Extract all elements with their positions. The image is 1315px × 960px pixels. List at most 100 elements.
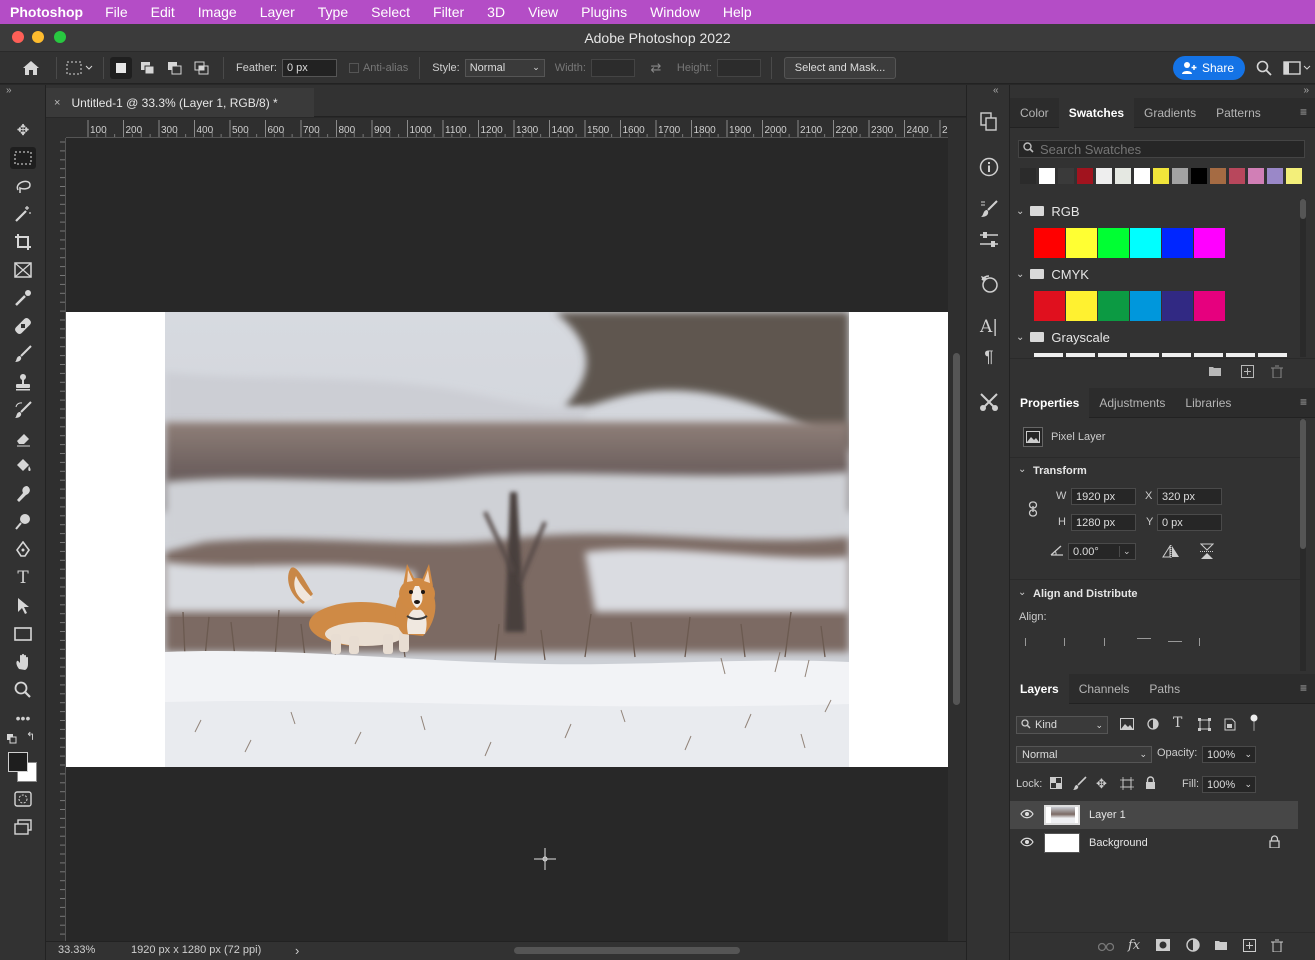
tab-libraries[interactable]: Libraries bbox=[1175, 388, 1241, 418]
align-vertical-centers-icon[interactable] bbox=[1168, 638, 1182, 646]
swatch-group-cmyk[interactable]: ⌄ CMYK bbox=[1016, 263, 1296, 285]
align-horizontal-centers-icon[interactable] bbox=[1059, 638, 1071, 646]
dodge-tool-icon[interactable] bbox=[10, 511, 36, 533]
character-panel-icon[interactable]: A| bbox=[977, 315, 1001, 339]
color-swatch[interactable] bbox=[1194, 291, 1225, 321]
link-layers-icon[interactable] bbox=[1097, 940, 1115, 955]
zoom-tool-icon[interactable] bbox=[10, 679, 36, 701]
trash-icon[interactable] bbox=[1271, 365, 1283, 381]
blend-mode-select[interactable]: Normal ⌄ bbox=[1016, 746, 1152, 763]
color-sampler-icon[interactable] bbox=[977, 272, 1001, 296]
menu-plugins[interactable]: Plugins bbox=[581, 4, 627, 20]
swatches-scrollbar[interactable] bbox=[1300, 199, 1306, 357]
canvas-area[interactable] bbox=[66, 138, 948, 941]
tab-properties[interactable]: Properties bbox=[1010, 387, 1090, 418]
menu-select[interactable]: Select bbox=[371, 4, 410, 20]
tab-layers[interactable]: Layers bbox=[1010, 673, 1069, 704]
new-adjustment-layer-icon[interactable] bbox=[1186, 938, 1200, 955]
recent-swatch[interactable] bbox=[1134, 168, 1150, 184]
lock-artboard-icon[interactable] bbox=[1120, 777, 1134, 793]
lock-all-icon[interactable] bbox=[1145, 776, 1156, 792]
transform-section-title[interactable]: Transform bbox=[1033, 465, 1087, 477]
swap-colors-icon[interactable]: ↰ bbox=[26, 730, 35, 743]
panel-menu-icon[interactable]: ≡ bbox=[1300, 105, 1307, 119]
flip-horizontal-icon[interactable] bbox=[1162, 544, 1180, 561]
color-swatch[interactable] bbox=[1162, 291, 1193, 321]
height-input[interactable] bbox=[716, 58, 761, 77]
add-mask-icon[interactable] bbox=[1156, 939, 1170, 954]
recent-swatch[interactable] bbox=[1153, 168, 1169, 184]
transform-height-input[interactable] bbox=[1071, 514, 1136, 531]
chevron-down-icon[interactable]: ⌄ bbox=[1018, 587, 1026, 598]
align-bottom-edges-icon[interactable] bbox=[1199, 638, 1211, 646]
color-swatch[interactable] bbox=[1034, 228, 1065, 258]
align-right-edges-icon[interactable] bbox=[1093, 638, 1105, 646]
paragraph-panel-icon[interactable]: ¶ bbox=[977, 345, 1001, 369]
menu-help[interactable]: Help bbox=[723, 4, 752, 20]
transform-x-input[interactable] bbox=[1157, 488, 1222, 505]
recent-swatch[interactable] bbox=[1286, 168, 1302, 184]
tab-adjustments[interactable]: Adjustments bbox=[1089, 388, 1175, 418]
color-swatch[interactable] bbox=[1130, 291, 1161, 321]
zoom-window-button[interactable] bbox=[54, 31, 66, 43]
subtract-selection-icon[interactable] bbox=[164, 57, 186, 79]
swatches-search[interactable] bbox=[1018, 140, 1305, 158]
style-select[interactable]: Normal ⌄ bbox=[464, 58, 545, 77]
swap-arrows-icon[interactable]: ⇄ bbox=[645, 57, 667, 79]
info-icon[interactable] bbox=[977, 155, 1001, 179]
tab-swatches[interactable]: Swatches bbox=[1058, 97, 1135, 128]
vertical-scroll-thumb[interactable] bbox=[953, 353, 960, 705]
paint-bucket-tool-icon[interactable] bbox=[10, 455, 36, 477]
chevron-down-icon[interactable]: ⌄ bbox=[1018, 464, 1026, 475]
layer-row[interactable]: Background bbox=[1010, 829, 1298, 857]
minimize-window-button[interactable] bbox=[32, 31, 44, 43]
hand-tool-icon[interactable] bbox=[10, 651, 36, 673]
collapse-double-chevron-icon[interactable]: » bbox=[6, 85, 12, 96]
opacity-field[interactable]: 100% ⌄ bbox=[1202, 746, 1256, 763]
more-tools-icon[interactable]: ••• bbox=[10, 707, 36, 729]
transform-y-input[interactable] bbox=[1157, 514, 1222, 531]
recent-swatch[interactable] bbox=[1267, 168, 1283, 184]
collapse-double-chevron-icon[interactable]: « bbox=[993, 85, 999, 96]
visibility-eye-icon[interactable] bbox=[1010, 808, 1044, 822]
adjustments-sliders-icon[interactable] bbox=[977, 228, 1001, 252]
add-selection-icon[interactable] bbox=[137, 57, 159, 79]
lock-icon[interactable] bbox=[1269, 835, 1280, 851]
menu-layer[interactable]: Layer bbox=[260, 4, 295, 20]
search-icon[interactable] bbox=[1253, 57, 1275, 79]
color-swatch[interactable] bbox=[1098, 228, 1129, 258]
recent-swatch[interactable] bbox=[1077, 168, 1093, 184]
chevron-down-icon[interactable]: ⌄ bbox=[1119, 546, 1131, 557]
filter-toggle-icon[interactable] bbox=[1250, 714, 1258, 735]
tab-channels[interactable]: Channels bbox=[1069, 674, 1140, 704]
menu-image[interactable]: Image bbox=[198, 4, 237, 20]
screen-mode-icon[interactable] bbox=[10, 816, 36, 838]
color-swatch[interactable] bbox=[1066, 291, 1097, 321]
menu-3d[interactable]: 3D bbox=[487, 4, 505, 20]
color-swatch[interactable] bbox=[1130, 228, 1161, 258]
expand-double-chevron-icon[interactable]: » bbox=[1303, 85, 1309, 96]
align-left-edges-icon[interactable] bbox=[1025, 638, 1037, 646]
angle-input[interactable] bbox=[1069, 545, 1119, 558]
angle-field[interactable]: ⌄ bbox=[1068, 543, 1136, 560]
vertical-scrollbar[interactable] bbox=[948, 118, 966, 941]
recent-swatch[interactable] bbox=[1096, 168, 1112, 184]
new-layer-icon[interactable] bbox=[1243, 939, 1256, 955]
recent-swatch[interactable] bbox=[1039, 168, 1055, 184]
horizontal-ruler[interactable]: 100 200 300 400 500 600 700 800 900 1000 1100 1200 1… bbox=[66, 118, 948, 138]
menu-window[interactable]: Window bbox=[650, 4, 700, 20]
color-swatch[interactable] bbox=[1066, 228, 1097, 258]
healing-brush-tool-icon[interactable] bbox=[10, 315, 36, 337]
recent-swatch[interactable] bbox=[1172, 168, 1188, 184]
history-brush-tool-icon[interactable] bbox=[10, 399, 36, 421]
color-swatch[interactable] bbox=[1194, 228, 1225, 258]
quick-mask-icon[interactable] bbox=[10, 788, 36, 810]
close-tab-icon[interactable]: × bbox=[54, 97, 60, 109]
rectangle-tool-icon[interactable] bbox=[10, 623, 36, 645]
status-expand-arrow[interactable]: › bbox=[295, 943, 299, 958]
recent-swatch[interactable] bbox=[1229, 168, 1245, 184]
properties-scrollbar[interactable] bbox=[1300, 419, 1306, 671]
clone-stamp-tool-icon[interactable] bbox=[10, 371, 36, 393]
brush-settings-icon[interactable] bbox=[977, 197, 1001, 221]
eraser-tool-icon[interactable] bbox=[10, 427, 36, 449]
